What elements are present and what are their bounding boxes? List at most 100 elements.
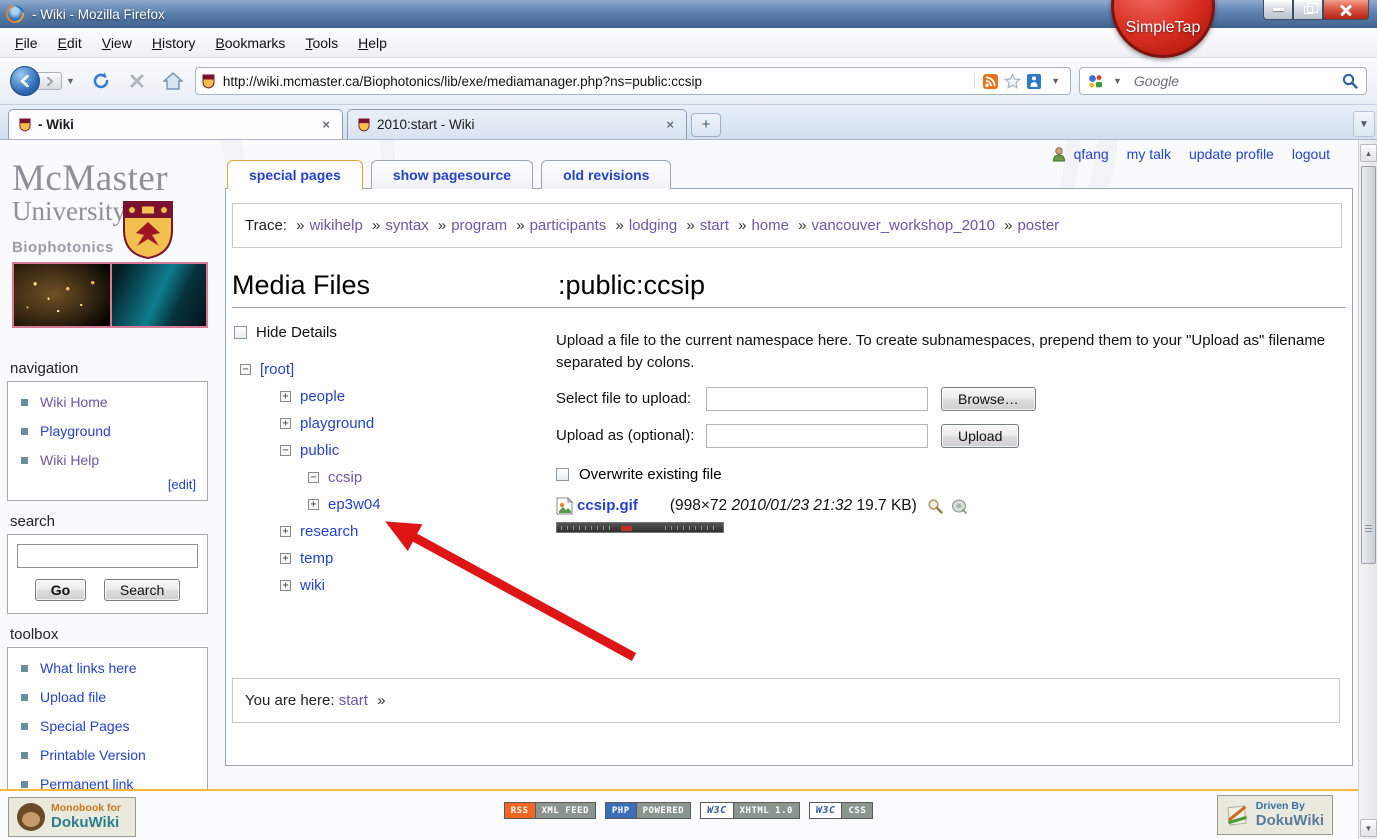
collapse-icon[interactable]: − bbox=[308, 472, 319, 483]
tree-link-people[interactable]: people bbox=[300, 388, 345, 405]
trace-link-home[interactable]: home bbox=[751, 217, 789, 234]
refresh-button[interactable] bbox=[87, 67, 115, 95]
menu-file[interactable]: File bbox=[6, 30, 47, 56]
special-pages-link[interactable]: Special Pages bbox=[40, 718, 130, 734]
toolbox-item-what-links-here[interactable]: What links here bbox=[21, 660, 198, 676]
monobook-badge[interactable]: Monobook for DokuWiki bbox=[8, 797, 136, 837]
wiki-search-input[interactable] bbox=[17, 544, 198, 568]
address-bar[interactable]: ▼ bbox=[195, 67, 1071, 95]
minimize-button[interactable] bbox=[1263, 0, 1293, 20]
tab-special-pages[interactable]: special pages bbox=[227, 160, 363, 189]
tab-old-revisions[interactable]: old revisions bbox=[541, 160, 671, 189]
logged-in-user[interactable]: qfang bbox=[1051, 146, 1109, 162]
trace-link-start[interactable]: start bbox=[700, 217, 729, 234]
tree-link-wiki[interactable]: wiki bbox=[300, 577, 325, 594]
history-dropdown-caret[interactable]: ▼ bbox=[62, 76, 79, 86]
engine-dropdown-caret[interactable]: ▼ bbox=[1109, 76, 1126, 86]
tab-media-manager[interactable]: - Wiki × bbox=[8, 109, 343, 139]
tab-close-icon[interactable]: × bbox=[320, 117, 332, 132]
tree-node-wiki[interactable]: + wiki bbox=[234, 572, 556, 599]
rss-icon[interactable] bbox=[983, 74, 998, 89]
trace-link-program[interactable]: program bbox=[451, 217, 507, 234]
menu-view[interactable]: View bbox=[93, 30, 141, 56]
menu-help[interactable]: Help bbox=[349, 30, 396, 56]
tab-2010-start[interactable]: 2010:start - Wiki × bbox=[347, 109, 687, 139]
toolbox-item-printable-version[interactable]: Printable Version bbox=[21, 747, 198, 763]
tree-link-research[interactable]: research bbox=[300, 523, 358, 540]
file-upload-input[interactable] bbox=[706, 387, 928, 411]
expand-icon[interactable]: + bbox=[308, 499, 319, 510]
username-link[interactable]: qfang bbox=[1074, 146, 1109, 162]
menu-edit[interactable]: Edit bbox=[49, 30, 91, 56]
collapse-icon[interactable]: − bbox=[240, 364, 251, 375]
menu-bookmarks[interactable]: Bookmarks bbox=[206, 30, 294, 56]
overwrite-checkbox[interactable] bbox=[556, 468, 569, 481]
tree-node-people[interactable]: + people bbox=[234, 383, 556, 410]
menu-tools[interactable]: Tools bbox=[296, 30, 347, 56]
close-button[interactable] bbox=[1323, 0, 1369, 20]
tree-link-root[interactable]: [root] bbox=[260, 361, 294, 378]
tree-link-playground[interactable]: playground bbox=[300, 415, 374, 432]
trace-link-wikihelp[interactable]: wikihelp bbox=[309, 217, 362, 234]
file-thumbnail[interactable] bbox=[556, 522, 724, 533]
tree-node-public[interactable]: − public bbox=[234, 437, 556, 464]
web-search-input[interactable] bbox=[1132, 72, 1336, 90]
logout-link[interactable]: logout bbox=[1292, 146, 1330, 162]
identity-icon[interactable] bbox=[1027, 74, 1041, 89]
w3c-css-badge[interactable]: W3C CSS bbox=[809, 802, 873, 819]
bookmark-star-icon[interactable] bbox=[1004, 73, 1021, 89]
start-link[interactable]: start bbox=[339, 692, 368, 709]
rss-feed-badge[interactable]: RSS XML FEED bbox=[504, 802, 596, 819]
stop-button[interactable] bbox=[123, 67, 151, 95]
expand-icon[interactable]: + bbox=[280, 553, 291, 564]
url-input[interactable] bbox=[221, 73, 968, 90]
printable-version-link[interactable]: Printable Version bbox=[40, 747, 146, 763]
tab-list-dropdown[interactable]: ▼ bbox=[1353, 111, 1375, 137]
scrollbar-thumb[interactable] bbox=[1361, 166, 1376, 564]
new-tab-button[interactable]: + bbox=[691, 113, 721, 137]
sidebar-item-wiki-help[interactable]: Wiki Help bbox=[21, 452, 198, 468]
upload-as-input[interactable] bbox=[706, 424, 928, 448]
home-button[interactable] bbox=[159, 67, 187, 95]
bookmarks-dropdown-caret[interactable]: ▼ bbox=[1047, 76, 1064, 86]
tab-show-pagesource[interactable]: show pagesource bbox=[371, 160, 533, 189]
tree-link-ccsip[interactable]: ccsip bbox=[328, 469, 362, 486]
hide-details-checkbox[interactable] bbox=[234, 326, 247, 339]
expand-icon[interactable]: + bbox=[280, 391, 291, 402]
tree-node-temp[interactable]: + temp bbox=[234, 545, 556, 572]
tree-node-playground[interactable]: + playground bbox=[234, 410, 556, 437]
search-button[interactable]: Search bbox=[104, 579, 180, 601]
mediafile-roll-icon[interactable] bbox=[951, 498, 968, 514]
search-go-icon[interactable] bbox=[1342, 73, 1358, 89]
toolbox-item-special-pages[interactable]: Special Pages bbox=[21, 718, 198, 734]
back-button[interactable] bbox=[10, 66, 40, 96]
browse-button[interactable]: Browse… bbox=[941, 387, 1036, 411]
expand-icon[interactable]: + bbox=[280, 580, 291, 591]
tab-close-icon[interactable]: × bbox=[664, 117, 676, 132]
menu-history[interactable]: History bbox=[143, 30, 205, 56]
trace-link-vancouver-workshop[interactable]: vancouver_workshop_2010 bbox=[811, 217, 994, 234]
upload-button[interactable]: Upload bbox=[941, 424, 1019, 448]
edit-link[interactable]: [edit] bbox=[17, 477, 196, 492]
tree-link-public[interactable]: public bbox=[300, 442, 339, 459]
sidebar-item-wiki-home[interactable]: Wiki Home bbox=[21, 394, 198, 410]
trace-link-poster[interactable]: poster bbox=[1017, 217, 1059, 234]
expand-icon[interactable]: + bbox=[280, 418, 291, 429]
scroll-up-button[interactable]: ▲ bbox=[1360, 144, 1377, 162]
vertical-scrollbar[interactable]: ▲ ▼ bbox=[1358, 140, 1377, 839]
tree-node-research[interactable]: + research bbox=[234, 518, 556, 545]
collapse-icon[interactable]: − bbox=[280, 445, 291, 456]
update-profile-link[interactable]: update profile bbox=[1189, 146, 1274, 162]
what-links-here-link[interactable]: What links here bbox=[40, 660, 136, 676]
scroll-down-button[interactable]: ▼ bbox=[1360, 819, 1377, 837]
expand-icon[interactable]: + bbox=[280, 526, 291, 537]
trace-link-participants[interactable]: participants bbox=[530, 217, 607, 234]
file-name-link[interactable]: ccsip.gif bbox=[577, 497, 638, 514]
sidebar-item-playground[interactable]: Playground bbox=[21, 423, 198, 439]
google-engine-icon[interactable] bbox=[1088, 74, 1103, 89]
wiki-home-link[interactable]: Wiki Home bbox=[40, 394, 108, 410]
tree-node-root[interactable]: − [root] bbox=[234, 356, 556, 383]
trace-link-syntax[interactable]: syntax bbox=[385, 217, 428, 234]
go-button[interactable]: Go bbox=[35, 579, 86, 601]
tree-node-ccsip[interactable]: − ccsip bbox=[234, 464, 556, 491]
